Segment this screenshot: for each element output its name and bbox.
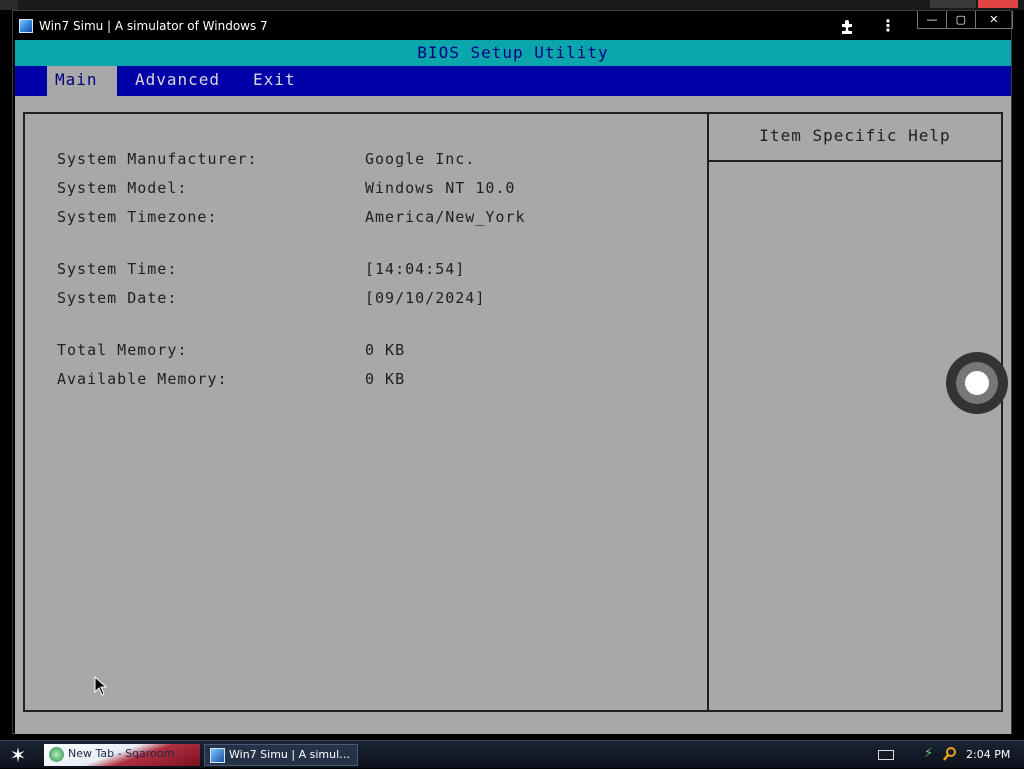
- system-manufacturer-label: System Manufacturer:: [57, 150, 258, 168]
- search-icon[interactable]: [942, 746, 958, 762]
- total-memory-value: 0 KB: [365, 341, 406, 359]
- bios-tab-exit[interactable]: Exit: [245, 66, 304, 96]
- background-tab[interactable]: [0, 0, 18, 10]
- system-timezone-label: System Timezone:: [57, 208, 218, 226]
- window-controls: — ▢ ✕: [917, 11, 1013, 29]
- system-model-value: Windows NT 10.0: [365, 179, 516, 197]
- mouse-cursor-icon: [94, 675, 108, 696]
- bios-tab-main[interactable]: Main: [47, 66, 117, 96]
- bios-menubar: Main Advanced Exit: [15, 66, 1011, 96]
- system-date-value[interactable]: [09/10/2024]: [365, 289, 485, 307]
- maximize-button[interactable]: ▢: [947, 11, 976, 28]
- taskbar-item-win7simu[interactable]: Win7 Simu | A simul…: [204, 744, 358, 766]
- system-time-value[interactable]: [14:04:54]: [365, 260, 465, 278]
- bios-main-panel: System Manufacturer: Google Inc. System …: [23, 112, 707, 712]
- taskbar-item-label: Win7 Simu | A simul…: [229, 748, 351, 761]
- touch-indicator[interactable]: [946, 352, 1008, 414]
- keyboard-icon[interactable]: [878, 750, 894, 760]
- globe-icon: [49, 747, 64, 762]
- browser-tabstrip: [0, 0, 1024, 10]
- system-timezone-value: America/New_York: [365, 208, 526, 226]
- window-titlebar[interactable]: Win7 Simu | A simulator of Windows 7 ⋮ —…: [13, 11, 1013, 41]
- window-title: Win7 Simu | A simulator of Windows 7: [39, 19, 268, 33]
- taskbar: ✶ New Tab - Sqaroom Win7 Simu | A simul……: [0, 740, 1024, 768]
- bios-help-panel: Item Specific Help: [707, 112, 1003, 712]
- start-star-icon[interactable]: ✶: [4, 743, 32, 767]
- bios-tab-advanced[interactable]: Advanced: [127, 66, 228, 96]
- touch-indicator-dot: [965, 371, 989, 395]
- minimize-button[interactable]: —: [918, 11, 947, 28]
- puzzle-icon[interactable]: [839, 18, 857, 36]
- tray-clock[interactable]: 2:04 PM: [966, 741, 1010, 769]
- browser-restore-button[interactable]: [948, 0, 976, 8]
- browser-window: Win7 Simu | A simulator of Windows 7 ⋮ —…: [0, 0, 1024, 740]
- bios-header: BIOS Setup Utility: [15, 40, 1011, 66]
- system-date-label: System Date:: [57, 289, 178, 307]
- available-memory-value: 0 KB: [365, 370, 406, 388]
- taskbar-item-label: New Tab - Sqaroom: [68, 747, 175, 760]
- browser-close-button[interactable]: [978, 0, 1018, 8]
- app-icon: [19, 19, 33, 33]
- available-memory-label: Available Memory:: [57, 370, 228, 388]
- total-memory-label: Total Memory:: [57, 341, 188, 359]
- system-time-label: System Time:: [57, 260, 178, 278]
- app-window: Win7 Simu | A simulator of Windows 7 ⋮ —…: [12, 10, 1013, 734]
- bios-screen: BIOS Setup Utility Main Advanced Exit Sy…: [15, 40, 1011, 734]
- app-icon: [210, 748, 225, 763]
- help-panel-title: Item Specific Help: [709, 114, 1001, 162]
- close-button[interactable]: ✕: [976, 11, 1012, 28]
- system-model-label: System Model:: [57, 179, 188, 197]
- kebab-menu-icon[interactable]: ⋮: [879, 17, 897, 35]
- taskbar-item-new-tab[interactable]: New Tab - Sqaroom: [44, 744, 200, 766]
- network-icon[interactable]: ⚡: [924, 746, 938, 762]
- system-manufacturer-value: Google Inc.: [365, 150, 476, 168]
